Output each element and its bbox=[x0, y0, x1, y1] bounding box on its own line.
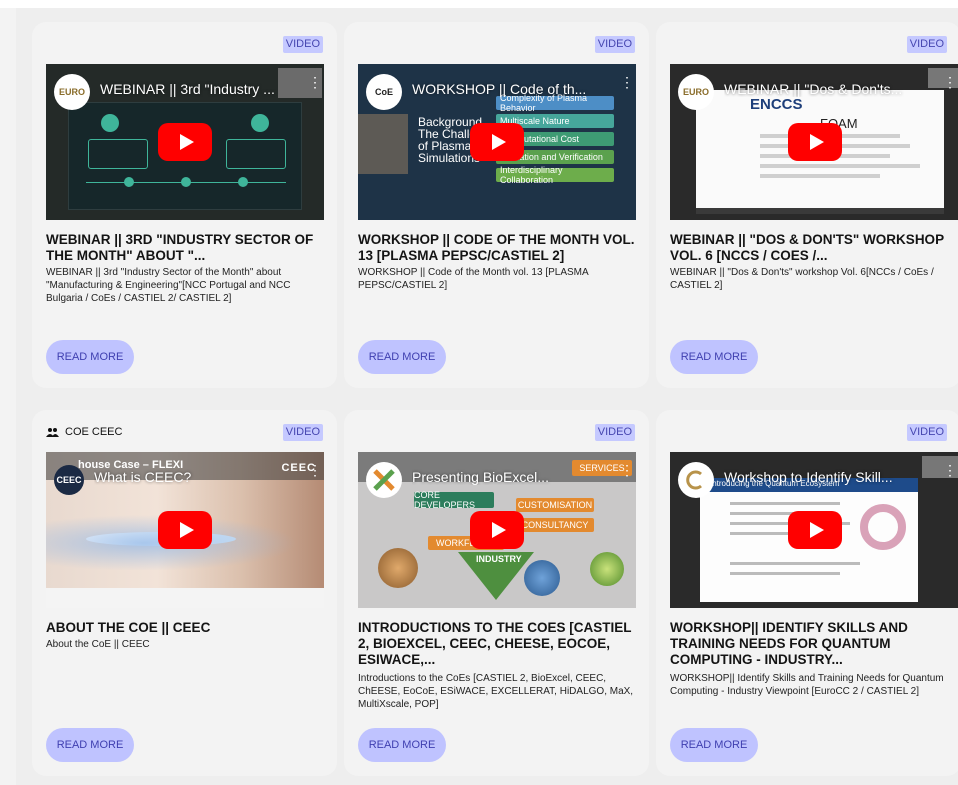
users-icon bbox=[46, 428, 59, 437]
card-description: WORKSHOP || Code of the Month vol. 13 [P… bbox=[358, 267, 589, 291]
video-card: VIDEO Introducing the Quantum Ecosystem … bbox=[656, 410, 958, 776]
read-more-button[interactable]: READ MORE bbox=[358, 340, 446, 374]
video-card: VIDEO CORE DEVELOPERS CUSTOMISATION WORK… bbox=[344, 410, 649, 776]
video-badge: VIDEO bbox=[906, 424, 947, 441]
coe-label-text: COE CEEC bbox=[65, 426, 123, 438]
play-button-icon[interactable] bbox=[787, 123, 842, 161]
video-badge: VIDEO bbox=[594, 36, 635, 53]
video-title[interactable]: Presenting BioExcel... bbox=[412, 469, 606, 485]
video-thumbnail[interactable]: EURO WEBINAR || 3rd "Industry ... ⋮ bbox=[46, 64, 324, 220]
video-card: COE CEEC VIDEO house Case – FLEXI CEEC C… bbox=[32, 410, 337, 776]
channel-avatar[interactable]: CoE bbox=[366, 74, 402, 110]
card-description: About the CoE || CEEC bbox=[46, 639, 150, 650]
bioexcel-logo-icon bbox=[373, 469, 395, 491]
video-title[interactable]: WEBINAR || 3rd "Industry ... bbox=[100, 81, 294, 97]
slide-item: Complexity of Plasma Behavior bbox=[496, 93, 614, 113]
read-more-button[interactable]: READ MORE bbox=[46, 728, 134, 762]
play-button-icon[interactable] bbox=[158, 511, 212, 549]
slide-tag: CORE DEVELOPERS bbox=[414, 490, 494, 510]
channel-avatar[interactable]: CEEC bbox=[54, 465, 84, 495]
more-options-icon[interactable]: ⋮ bbox=[620, 463, 634, 477]
more-options-icon[interactable]: ⋮ bbox=[943, 463, 957, 477]
read-more-button[interactable]: READ MORE bbox=[670, 340, 758, 374]
slide-tag: CONSULTANCY bbox=[516, 518, 594, 532]
video-thumbnail[interactable]: house Case – FLEXI CEEC CEEC What is CEE… bbox=[46, 452, 324, 608]
channel-avatar[interactable] bbox=[366, 462, 402, 498]
video-badge: VIDEO bbox=[282, 424, 323, 441]
slide-tag: INDUSTRY bbox=[476, 554, 522, 564]
more-options-icon[interactable]: ⋮ bbox=[308, 75, 322, 89]
play-button-icon[interactable] bbox=[470, 123, 524, 161]
more-options-icon[interactable]: ⋮ bbox=[308, 463, 322, 477]
more-options-icon[interactable]: ⋮ bbox=[620, 75, 634, 89]
card-title[interactable]: WORKSHOP|| IDENTIFY SKILLS AND TRAINING … bbox=[670, 620, 949, 668]
play-button-icon[interactable] bbox=[470, 511, 524, 549]
coe-label: COE CEEC bbox=[46, 426, 122, 438]
card-title[interactable]: WEBINAR || "DOS & DON'TS" WORKSHOP VOL. … bbox=[670, 232, 949, 264]
video-thumbnail[interactable]: ENCCS FOAM EURO WEBINAR || "Dos & Don'ts… bbox=[670, 64, 958, 220]
video-badge: VIDEO bbox=[906, 36, 947, 53]
video-badge: VIDEO bbox=[594, 424, 635, 441]
card-description: Introductions to the CoEs [CASTIEL 2, Bi… bbox=[358, 673, 634, 710]
channel-avatar[interactable] bbox=[678, 462, 714, 498]
video-thumbnail[interactable]: Background The Challe of Plasma Simulati… bbox=[358, 64, 636, 220]
video-card: VIDEO Background The Challe of Plasma Si… bbox=[344, 22, 649, 388]
video-card: VIDEO EURO WEBINAR || 3rd "Industry ... … bbox=[32, 22, 337, 388]
video-thumbnail[interactable]: Introducing the Quantum Ecosystem Worksh… bbox=[670, 452, 958, 608]
channel-avatar[interactable]: EURO bbox=[54, 74, 90, 110]
read-more-button[interactable]: READ MORE bbox=[358, 728, 446, 762]
left-strip bbox=[0, 8, 16, 785]
slide-tag: CUSTOMISATION bbox=[516, 498, 594, 512]
card-title[interactable]: ABOUT THE COE || CEEC bbox=[46, 620, 325, 636]
card-title[interactable]: INTRODUCTIONS TO THE COES [CASTIEL 2, BI… bbox=[358, 620, 637, 668]
video-thumbnail[interactable]: CORE DEVELOPERS CUSTOMISATION WORKFLOWS … bbox=[358, 452, 636, 608]
card-title[interactable]: WEBINAR || 3RD "INDUSTRY SECTOR OF THE M… bbox=[46, 232, 325, 264]
slide-item: Interdisciplinary Collaboration bbox=[496, 165, 614, 185]
video-title[interactable]: WORKSHOP || Code of th... bbox=[412, 81, 606, 97]
video-title[interactable]: Workshop to Identify Skill... bbox=[724, 469, 929, 485]
play-button-icon[interactable] bbox=[787, 511, 842, 549]
card-title[interactable]: WORKSHOP || CODE OF THE MONTH VOL. 13 [P… bbox=[358, 232, 637, 264]
channel-avatar[interactable]: EURO bbox=[678, 74, 714, 110]
video-badge: VIDEO bbox=[282, 36, 323, 53]
slide-heading: ENCCS bbox=[750, 96, 803, 113]
more-options-icon[interactable]: ⋮ bbox=[943, 75, 957, 89]
eurocc-logo-icon bbox=[686, 470, 702, 490]
read-more-button[interactable]: READ MORE bbox=[46, 340, 134, 374]
video-title[interactable]: What is CEEC? bbox=[94, 469, 294, 485]
card-description: WEBINAR || "Dos & Don'ts" workshop Vol. … bbox=[670, 267, 934, 291]
read-more-button[interactable]: READ MORE bbox=[670, 728, 758, 762]
card-description: WEBINAR || 3rd "Industry Sector of the M… bbox=[46, 267, 291, 304]
video-card: VIDEO ENCCS FOAM EURO WEBINAR || "Dos & … bbox=[656, 22, 958, 388]
play-button-icon[interactable] bbox=[158, 123, 212, 161]
card-description: WORKSHOP|| Identify Skills and Training … bbox=[670, 673, 944, 697]
video-title[interactable]: WEBINAR || "Dos & Don'ts... bbox=[724, 81, 929, 97]
